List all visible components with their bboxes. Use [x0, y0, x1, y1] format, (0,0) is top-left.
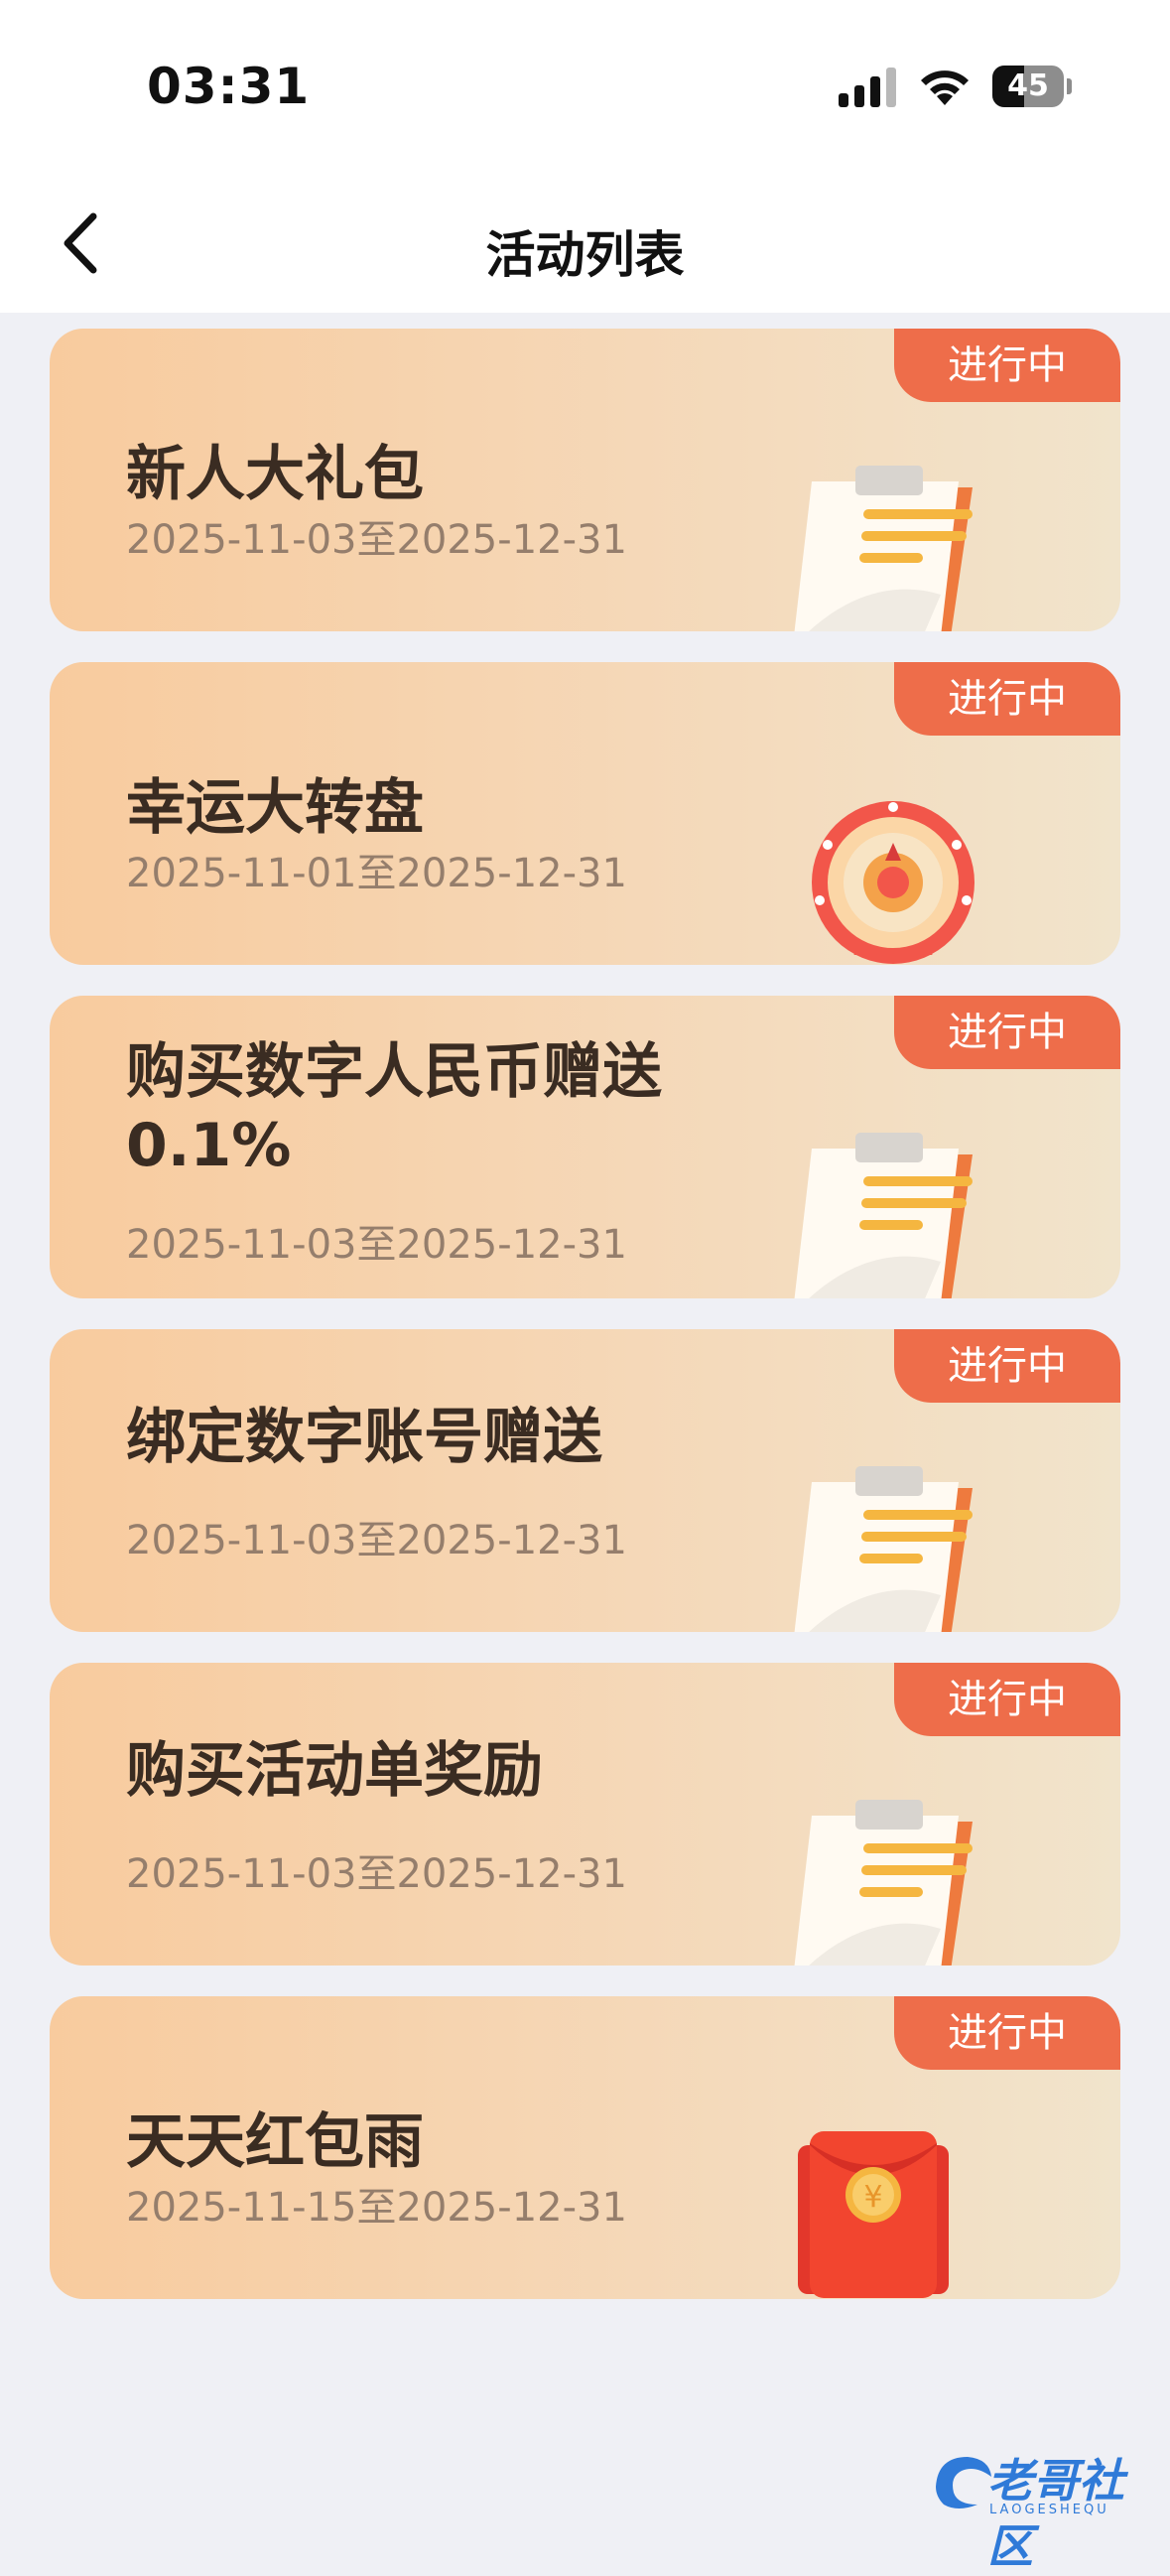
status-badge: 进行中: [894, 662, 1120, 736]
battery-percent: 45: [1007, 68, 1049, 103]
battery-icon: 45: [992, 66, 1072, 107]
activity-date: 2025-11-03至2025-12-31: [126, 1222, 627, 1268]
activity-date: 2025-11-01至2025-12-31: [126, 851, 627, 896]
clipboard-icon: [794, 1800, 973, 1966]
page-title: 活动列表: [485, 226, 685, 284]
activity-title: 新人大礼包: [126, 440, 424, 509]
activity-card-new-user-gift[interactable]: 进行中 新人大礼包 2025-11-03至2025-12-31: [50, 329, 1120, 631]
status-badge: 进行中: [894, 1996, 1120, 2070]
status-bar: 03:31 45: [0, 0, 1170, 174]
watermark-logo: 老哥社区 LAOGESHEQU: [928, 2437, 1161, 2573]
activity-card-bind-account-bonus[interactable]: 进行中 绑定数字账号赠送 2025-11-03至2025-12-31: [50, 1329, 1120, 1632]
activity-title: 天天红包雨: [126, 2107, 424, 2177]
activity-card-red-envelope-rain[interactable]: 进行中 天天红包雨 2025-11-15至2025-12-31 ¥: [50, 1996, 1120, 2299]
activity-date: 2025-11-03至2025-12-31: [126, 517, 627, 563]
status-badge: 进行中: [894, 1329, 1120, 1403]
cellular-signal-icon: [839, 68, 896, 107]
prize-wheel-icon: [812, 801, 975, 964]
wifi-icon: [921, 70, 969, 105]
clipboard-icon: [794, 1133, 973, 1298]
activity-date: 2025-11-15至2025-12-31: [126, 2185, 627, 2231]
activity-card-buy-dcep-bonus[interactable]: 进行中 购买数字人民币赠送0.1% 2025-11-03至2025-12-31: [50, 996, 1120, 1298]
status-badge: 进行中: [894, 329, 1120, 402]
activity-title: 购买活动单奖励: [126, 1736, 543, 1806]
activity-title: 购买数字人民币赠送0.1%: [126, 1037, 662, 1180]
activity-card-purchase-reward[interactable]: 进行中 购买活动单奖励 2025-11-03至2025-12-31: [50, 1663, 1120, 1966]
activity-title: 幸运大转盘: [126, 773, 424, 843]
activity-date: 2025-11-03至2025-12-31: [126, 1851, 627, 1897]
activity-card-lucky-wheel[interactable]: 进行中 幸运大转盘 2025-11-01至2025-12-31: [50, 662, 1120, 965]
nav-bar: 活动列表: [0, 174, 1170, 313]
activity-date: 2025-11-03至2025-12-31: [126, 1518, 627, 1563]
status-badge: 进行中: [894, 1663, 1120, 1736]
clipboard-icon: [794, 1466, 973, 1632]
status-time: 03:31: [147, 58, 311, 115]
svg-text:¥: ¥: [863, 2180, 882, 2215]
red-envelope-icon: ¥: [798, 2131, 949, 2298]
watermark-subtext: LAOGESHEQU: [989, 2503, 1109, 2517]
clipboard-icon: [794, 466, 973, 631]
activity-title: 绑定数字账号赠送: [126, 1403, 602, 1472]
status-badge: 进行中: [894, 996, 1120, 1069]
